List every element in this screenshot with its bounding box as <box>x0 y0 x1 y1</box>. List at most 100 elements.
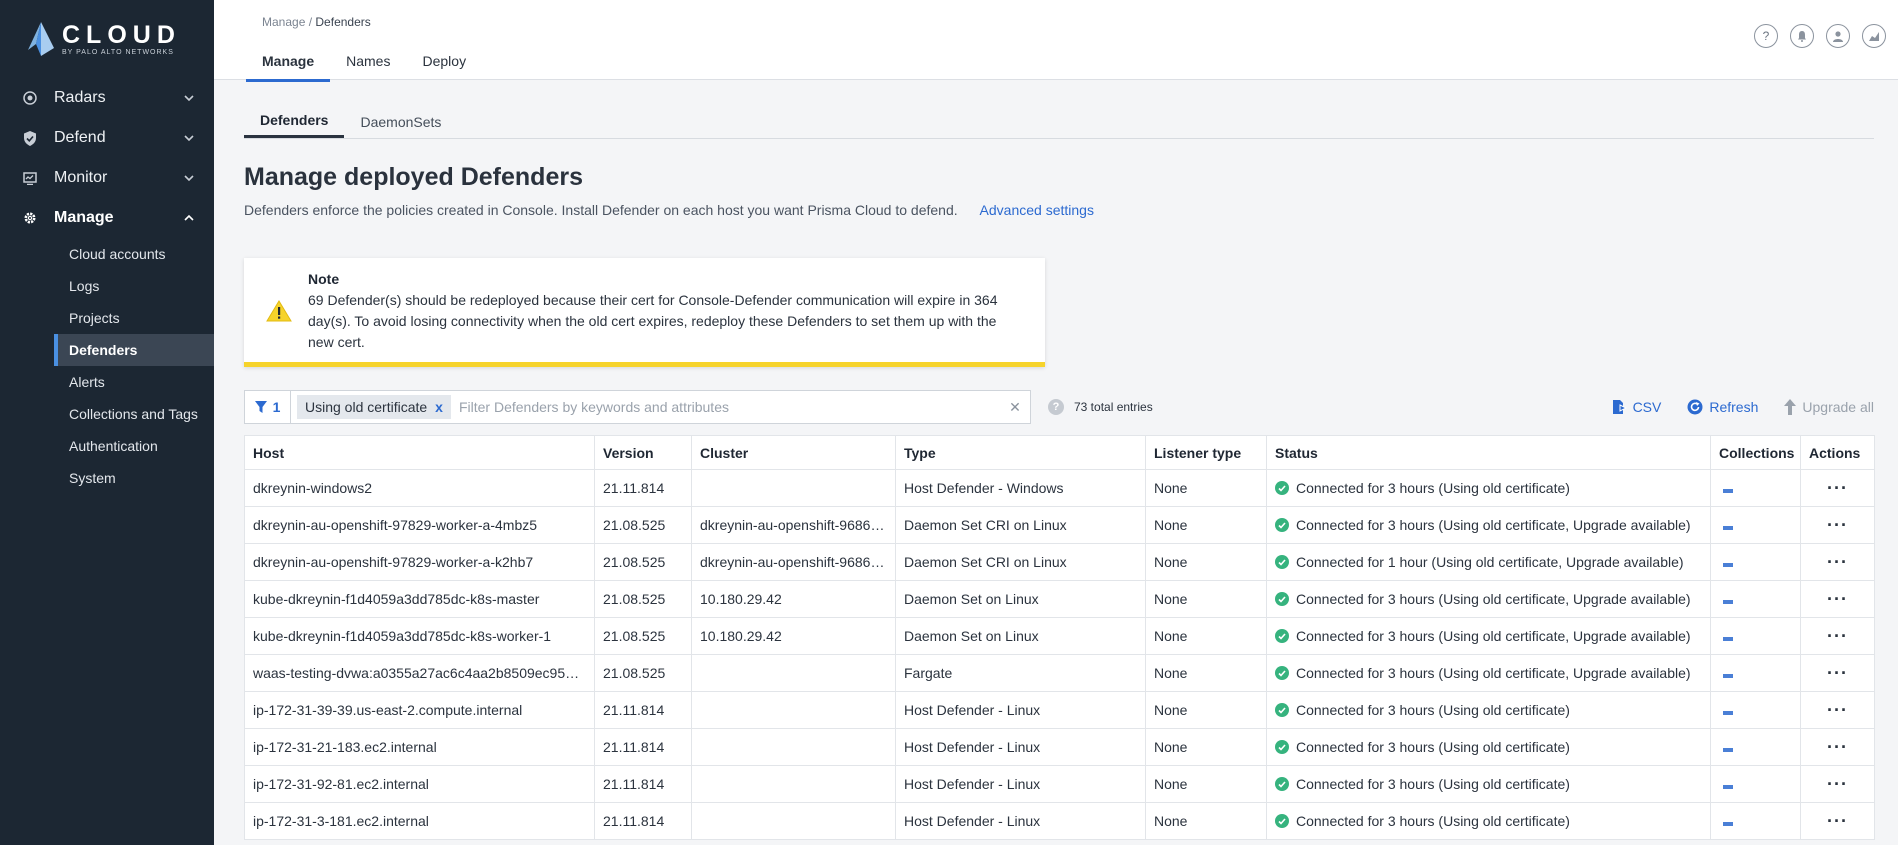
tab-daemonsets[interactable]: DaemonSets <box>344 114 457 138</box>
tab-deploy[interactable]: Deploy <box>406 49 482 82</box>
filter-toggle[interactable]: 1 <box>245 391 291 423</box>
row-actions-menu-button[interactable]: ··· <box>1800 543 1875 581</box>
table-row[interactable]: waas-testing-dvwa:a0355a27ac6c4aa2b8509e… <box>244 654 1875 692</box>
sidebar-subitem-projects[interactable]: Projects <box>0 302 214 334</box>
row-actions-menu-button[interactable]: ··· <box>1800 617 1875 655</box>
connected-check-icon <box>1275 777 1289 791</box>
status-text: Connected for 1 hour (Using old certific… <box>1296 554 1684 570</box>
logo[interactable]: CLOUD BY PALO ALTO NETWORKS <box>0 0 214 78</box>
collections-cell[interactable] <box>1710 691 1801 729</box>
cluster-cell <box>691 469 896 507</box>
column-header-type[interactable]: Type <box>895 435 1146 470</box>
table-row[interactable]: kube-dkreynin-f1d4059a3dd785dc-k8s-maste… <box>244 580 1875 618</box>
column-header-cluster[interactable]: Cluster <box>691 435 896 470</box>
column-header-status[interactable]: Status <box>1266 435 1711 470</box>
connected-check-icon <box>1275 703 1289 717</box>
version-cell: 21.08.525 <box>594 617 692 655</box>
total-entries: 73 total entries <box>1074 400 1153 414</box>
filter-help-icon[interactable]: ? <box>1048 399 1064 415</box>
filter-input[interactable] <box>450 399 1000 415</box>
sidebar: CLOUD BY PALO ALTO NETWORKS Radars Defen… <box>0 0 214 845</box>
column-header-listener-type[interactable]: Listener type <box>1145 435 1267 470</box>
tab-names[interactable]: Names <box>330 49 406 82</box>
table-row[interactable]: ip-172-31-39-39.us-east-2.compute.intern… <box>244 691 1875 729</box>
help-icon[interactable]: ? <box>1754 24 1778 48</box>
collections-cell[interactable] <box>1710 802 1801 840</box>
warning-icon <box>266 300 292 322</box>
clear-filter-icon[interactable]: ✕ <box>1000 399 1030 416</box>
chevron-down-icon <box>182 91 196 105</box>
table-row[interactable]: ip-172-31-3-181.ec2.internal 21.11.814 Hos… <box>244 802 1875 840</box>
logo-subtitle: BY PALO ALTO NETWORKS <box>62 49 174 56</box>
note-body: 69 Defender(s) should be redeployed beca… <box>308 292 998 350</box>
sidebar-subitem-logs[interactable]: Logs <box>0 270 214 302</box>
collections-cell[interactable] <box>1710 765 1801 803</box>
version-cell: 21.08.525 <box>594 543 692 581</box>
row-actions-menu-button[interactable]: ··· <box>1800 728 1875 766</box>
chevron-down-icon <box>182 171 196 185</box>
csv-button[interactable]: CSV <box>1612 399 1661 415</box>
row-actions-menu-button[interactable]: ··· <box>1800 802 1875 840</box>
row-actions-menu-button[interactable]: ··· <box>1800 580 1875 618</box>
table-row[interactable]: ip-172-31-21-183.ec2.internal 21.11.814 Ho… <box>244 728 1875 766</box>
row-actions-menu-button[interactable]: ··· <box>1800 469 1875 507</box>
advanced-settings-link[interactable]: Advanced settings <box>980 202 1094 218</box>
row-actions-menu-button[interactable]: ··· <box>1800 765 1875 803</box>
sidebar-subitem-defenders[interactable]: Defenders <box>54 334 214 366</box>
sidebar-item-manage[interactable]: Manage <box>0 198 214 238</box>
remove-filter-button[interactable]: x <box>435 399 443 415</box>
column-header-host[interactable]: Host <box>244 435 595 470</box>
sidebar-subitem-cloud-accounts[interactable]: Cloud accounts <box>0 238 214 270</box>
collection-indicator <box>1723 711 1733 715</box>
collections-cell[interactable] <box>1710 617 1801 655</box>
collections-cell[interactable] <box>1710 654 1801 692</box>
table-row[interactable]: dkreynin-windows2 21.11.814 Host Defender … <box>244 469 1875 507</box>
collections-cell[interactable] <box>1710 728 1801 766</box>
sidebar-subitem-alerts[interactable]: Alerts <box>0 366 214 398</box>
connected-check-icon <box>1275 740 1289 754</box>
sidebar-subitem-authentication[interactable]: Authentication <box>0 430 214 462</box>
sidebar-item-defend[interactable]: Defend <box>0 118 214 158</box>
filter-bar: 1 Using old certificate x ✕ <box>244 390 1031 424</box>
upgrade-all-button[interactable]: Upgrade all <box>1784 399 1874 415</box>
listener-type-cell: None <box>1145 728 1267 766</box>
collections-cell[interactable] <box>1710 543 1801 581</box>
user-profile-icon[interactable] <box>1826 24 1850 48</box>
collection-indicator <box>1723 489 1733 493</box>
row-actions-menu-button[interactable]: ··· <box>1800 691 1875 729</box>
top-tabs: Manage Names Deploy <box>246 49 482 82</box>
host-cell: dkreynin-au-openshift-97829-worker-a-k2h… <box>244 543 595 581</box>
table-row[interactable]: ip-172-31-92-81.ec2.internal 21.11.814 Hos… <box>244 765 1875 803</box>
sidebar-item-monitor[interactable]: Monitor <box>0 158 214 198</box>
row-actions-menu-button[interactable]: ··· <box>1800 506 1875 544</box>
notifications-icon[interactable] <box>1790 24 1814 48</box>
upgrade-arrow-icon <box>1784 399 1797 415</box>
column-header-version[interactable]: Version <box>594 435 692 470</box>
collection-indicator <box>1723 600 1733 604</box>
main-content: Defenders DaemonSets Manage deployed Def… <box>244 80 1875 840</box>
table-row[interactable]: dkreynin-au-openshift-97829-worker-a-k2h… <box>244 543 1875 581</box>
table-row[interactable]: kube-dkreynin-f1d4059a3dd785dc-k8s-worke… <box>244 617 1875 655</box>
sidebar-item-label: Manage <box>54 209 114 226</box>
status-text: Connected for 3 hours (Using old certifi… <box>1296 813 1570 829</box>
sidebar-subitem-system[interactable]: System <box>0 462 214 494</box>
collections-cell[interactable] <box>1710 469 1801 507</box>
collections-cell[interactable] <box>1710 580 1801 618</box>
tab-manage[interactable]: Manage <box>246 49 331 82</box>
table-row[interactable]: dkreynin-au-openshift-97829-worker-a-4mb… <box>244 506 1875 544</box>
row-actions-menu-button[interactable]: ··· <box>1800 654 1875 692</box>
filter-icon <box>254 401 267 413</box>
sidebar-item-radars[interactable]: Radars <box>0 78 214 118</box>
type-cell: Daemon Set CRI on Linux <box>895 506 1146 544</box>
breadcrumb-parent[interactable]: Manage <box>262 15 305 29</box>
connected-check-icon <box>1275 666 1289 680</box>
sidebar-subitem-collections-and-tags[interactable]: Collections and Tags <box>0 398 214 430</box>
listener-type-cell: None <box>1145 469 1267 507</box>
analytics-icon[interactable] <box>1862 24 1886 48</box>
refresh-button[interactable]: Refresh <box>1687 399 1758 415</box>
collections-cell[interactable] <box>1710 506 1801 544</box>
column-header-collections[interactable]: Collections <box>1710 435 1801 470</box>
filter-chip-label: Using old certificate <box>305 399 428 415</box>
tab-defenders[interactable]: Defenders <box>244 112 345 138</box>
listener-type-cell: None <box>1145 580 1267 618</box>
